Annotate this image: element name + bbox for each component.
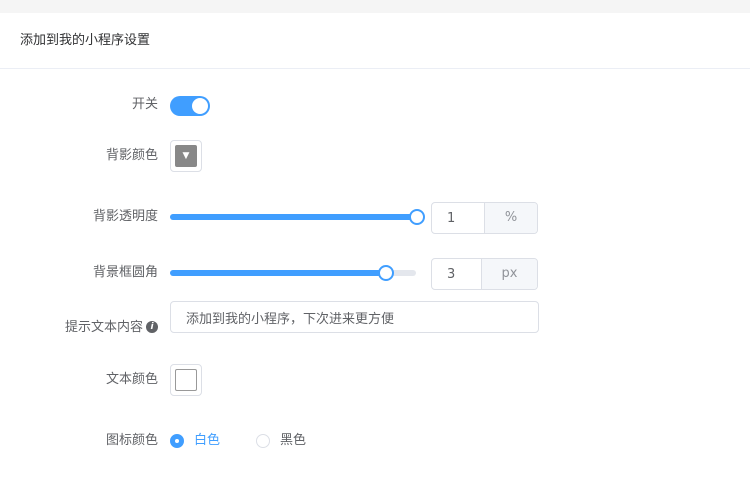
info-icon[interactable]: i [146, 320, 158, 333]
text-color-label: 文本颜色 [105, 372, 158, 387]
settings-panel: 添加到我的小程序设置 [0, 13, 750, 486]
border-radius-slider-handle[interactable] [378, 265, 394, 281]
border-radius-slider-fill [170, 270, 386, 276]
border-radius-input-group: px [431, 258, 538, 290]
tip-text-label: 提示文本内容 [64, 320, 143, 335]
radio-circle-white [170, 434, 184, 448]
bg-opacity-input[interactable] [432, 203, 485, 233]
text-color-picker[interactable] [170, 364, 202, 396]
switch-label: 开关 [131, 97, 158, 112]
icon-color-label: 图标颜色 [105, 433, 158, 448]
bg-opacity-slider-fill [170, 214, 417, 220]
bg-opacity-unit: % [484, 203, 537, 233]
tip-text-input[interactable] [170, 301, 539, 333]
bg-opacity-input-group: % [431, 202, 538, 234]
border-radius-slider[interactable] [170, 265, 416, 281]
radio-circle-black [256, 434, 270, 448]
border-radius-input[interactable] [432, 259, 482, 289]
tip-text-label-row: 提示文本内容 i [65, 320, 158, 336]
radio-label-white: 白色 [194, 433, 221, 448]
switch-toggle[interactable] [170, 96, 210, 116]
chevron-down-icon: ▼ [182, 151, 190, 161]
bg-color-swatch: ▼ [175, 145, 197, 167]
radio-label-black: 黑色 [280, 433, 307, 448]
switch-knob [192, 98, 208, 114]
panel-title: 添加到我的小程序设置 [20, 33, 151, 48]
bg-opacity-label: 背影透明度 [92, 209, 158, 224]
border-radius-unit: px [481, 259, 537, 289]
border-radius-label: 背景框圆角 [92, 265, 158, 280]
panel-header: 添加到我的小程序设置 [0, 13, 750, 69]
bg-opacity-slider[interactable] [170, 209, 425, 225]
bg-color-picker[interactable]: ▼ [170, 140, 202, 172]
bg-color-label: 背影颜色 [105, 148, 158, 163]
bg-opacity-slider-handle[interactable] [409, 209, 425, 225]
text-color-swatch [175, 369, 197, 391]
